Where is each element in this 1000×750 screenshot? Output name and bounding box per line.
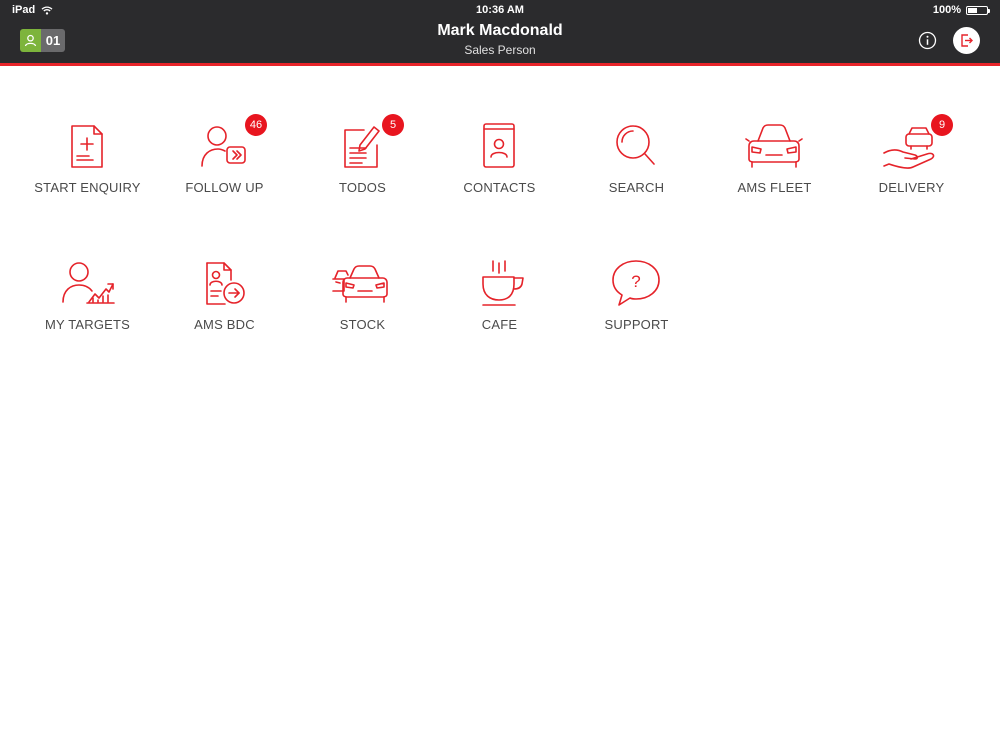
tile-follow-up[interactable]: 46 FOLLOW UP	[156, 111, 293, 211]
speech-question-icon: ?	[606, 258, 666, 310]
info-button[interactable]	[918, 31, 937, 50]
tile-label: AMS BDC	[194, 317, 255, 332]
document-user-arrow-icon	[194, 258, 254, 310]
tile-contacts[interactable]: CONTACTS	[431, 111, 568, 211]
tile-delivery[interactable]: 9 DELIVERY	[843, 111, 980, 211]
logout-icon	[961, 34, 973, 47]
search-icon	[606, 121, 666, 173]
battery-fill	[968, 7, 977, 13]
header-accent-line	[0, 63, 1000, 66]
tile-support[interactable]: ? SUPPORT	[568, 248, 705, 348]
user-name: Mark Macdonald	[437, 22, 563, 39]
logout-button[interactable]	[953, 27, 980, 54]
tile-label: FOLLOW UP	[185, 180, 264, 195]
user-chart-icon	[57, 258, 117, 310]
todos-badge: 5	[382, 114, 404, 136]
tile-label: MY TARGETS	[44, 317, 131, 332]
tile-stock[interactable]: STOCK	[294, 248, 431, 348]
coffee-cup-icon	[469, 258, 529, 310]
user-role: Sales Person	[464, 43, 536, 57]
status-bar-right: 100%	[932, 4, 990, 16]
document-plus-icon	[57, 121, 117, 173]
info-icon	[918, 31, 937, 50]
tile-label: CONTACTS	[463, 180, 536, 195]
app-header: iPad 10:36 AM 100% 01 Mark Macdonald Sal…	[0, 0, 1000, 63]
battery-text: 100%	[932, 4, 961, 16]
tile-label: START ENQUIRY	[34, 180, 141, 195]
follow-up-badge: 46	[245, 114, 267, 136]
tile-label: SUPPORT	[604, 317, 669, 332]
tile-label: CAFE	[481, 317, 518, 332]
support-glyph: ?	[631, 272, 640, 291]
tile-ams-bdc[interactable]: AMS BDC	[156, 248, 293, 348]
status-time: 10:36 AM	[476, 4, 524, 16]
tile-label: TODOS	[339, 180, 386, 195]
tile-search[interactable]: SEARCH	[568, 111, 705, 211]
contact-book-icon	[469, 121, 529, 173]
cars-icon	[332, 258, 392, 310]
delivery-badge: 9	[931, 114, 953, 136]
tile-start-enquiry[interactable]: START ENQUIRY	[19, 111, 156, 211]
tile-ams-fleet[interactable]: AMS FLEET	[706, 111, 843, 211]
tile-label: SEARCH	[608, 180, 665, 195]
tile-label: DELIVERY	[878, 180, 945, 195]
car-front-icon	[744, 121, 804, 173]
tile-todos[interactable]: 5 TODOS	[294, 111, 431, 211]
tile-cafe[interactable]: CAFE	[431, 248, 568, 348]
tile-my-targets[interactable]: MY TARGETS	[19, 248, 156, 348]
battery-icon	[966, 5, 990, 15]
tile-label: STOCK	[339, 317, 386, 332]
tile-label: AMS FLEET	[737, 180, 812, 195]
